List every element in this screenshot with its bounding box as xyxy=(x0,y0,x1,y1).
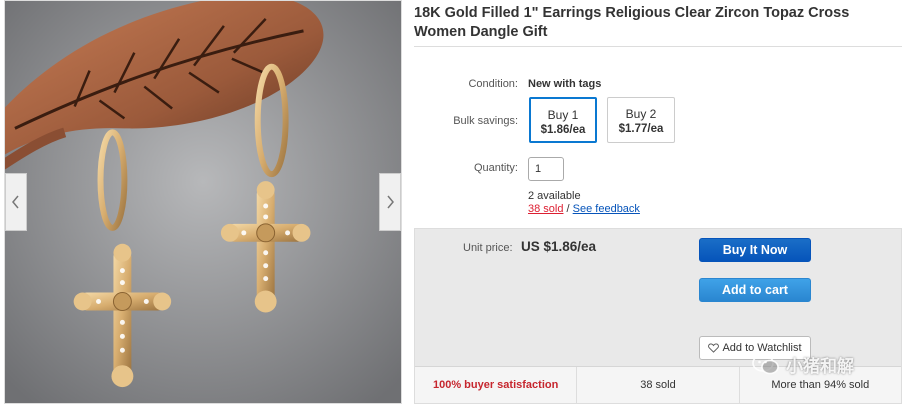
see-feedback-link[interactable]: See feedback xyxy=(573,203,640,215)
bulk-savings-label: Bulk savings: xyxy=(453,115,518,127)
chevron-right-icon xyxy=(387,195,394,209)
purchase-panel: Unit price: US $1.86/ea Buy It Now Add t… xyxy=(414,228,902,404)
bulk-option-qty: Buy 1 xyxy=(547,108,579,122)
bulk-option-qty: Buy 2 xyxy=(625,107,657,121)
condition-label: Condition: xyxy=(468,78,518,90)
product-title: 18K Gold Filled 1" Earrings Religious Cl… xyxy=(414,5,850,40)
buy-it-now-button[interactable]: Buy It Now xyxy=(699,238,811,262)
sold-feedback-line: 38 sold / See feedback xyxy=(528,203,640,215)
unit-price-label: Unit price: xyxy=(463,242,513,254)
product-photo xyxy=(5,1,401,403)
quantity-input[interactable] xyxy=(528,157,564,181)
gallery-next-button[interactable] xyxy=(379,173,401,231)
gallery-prev-button[interactable] xyxy=(5,173,27,231)
add-to-cart-button[interactable]: Add to cart xyxy=(699,278,811,302)
quantity-label: Quantity: xyxy=(473,162,518,174)
watermark: 小猪和解 xyxy=(752,352,854,377)
watermark-text: 小猪和解 xyxy=(786,357,854,376)
buyer-satisfaction-stat: 100% buyer satisfaction xyxy=(415,367,578,403)
sold-count-stat: 38 sold xyxy=(577,367,740,403)
unit-price-value: US $1.86/ea xyxy=(521,239,597,254)
available-count: 2 available xyxy=(528,190,581,202)
bulk-option-buy-1[interactable]: Buy 1 $1.86/ea xyxy=(529,97,597,143)
heart-outline-icon xyxy=(708,343,720,353)
title-divider xyxy=(414,46,902,47)
link-separator: / xyxy=(563,203,573,215)
bulk-option-price: $1.77/ea xyxy=(618,123,664,135)
product-image-gallery[interactable] xyxy=(4,0,402,404)
bulk-option-price: $1.86/ea xyxy=(540,124,586,136)
chevron-left-icon xyxy=(12,195,19,209)
condition-value: New with tags xyxy=(528,78,602,90)
bulk-option-buy-2[interactable]: Buy 2 $1.77/ea xyxy=(607,97,675,143)
wechat-icon xyxy=(752,353,779,374)
sold-count-link[interactable]: 38 sold xyxy=(528,203,563,215)
